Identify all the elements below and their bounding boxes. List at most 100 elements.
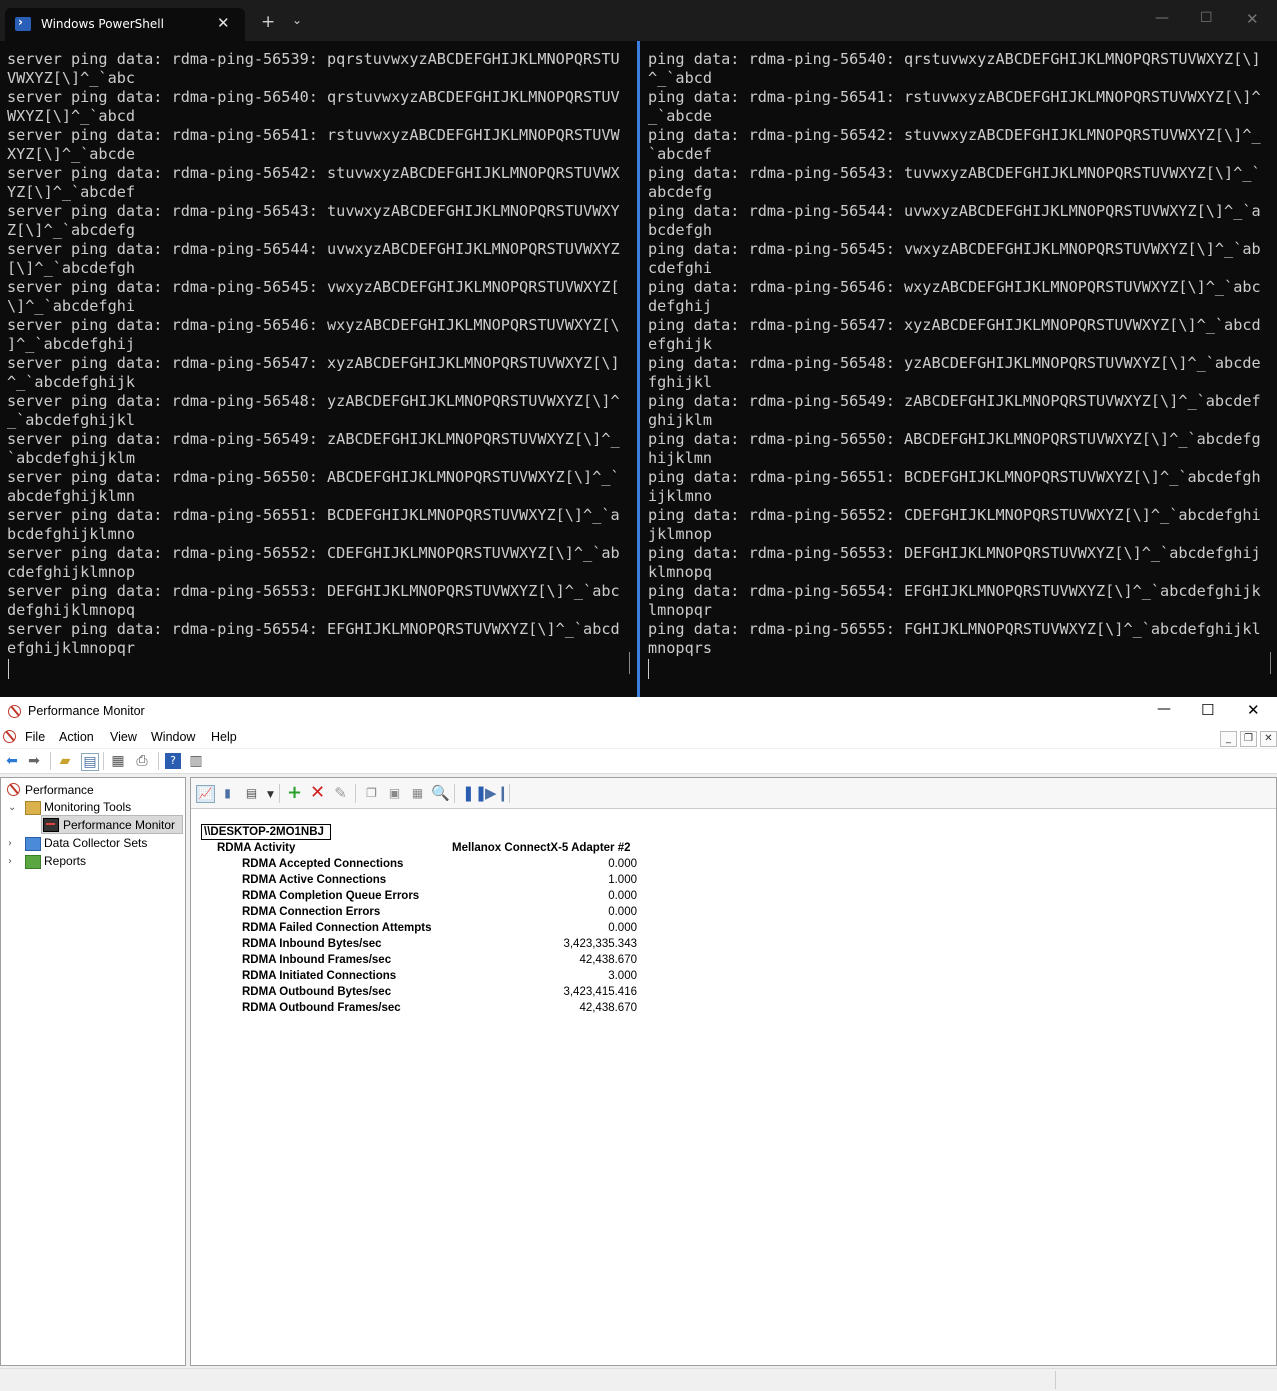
terminal-minimize-button[interactable]: — xyxy=(1155,10,1169,26)
new-tab-button[interactable]: + xyxy=(261,12,275,32)
machine-name: \\DESKTOP-2MO1NBJ xyxy=(201,824,331,840)
counter-row[interactable]: RDMA Inbound Bytes/sec 3,423,335.343 xyxy=(201,938,641,954)
menu-view[interactable]: View xyxy=(110,730,137,744)
perfmon-close-button[interactable]: ✕ xyxy=(1247,701,1260,719)
toolbar-separator xyxy=(454,784,455,803)
update-data-icon[interactable]: ▶❙ xyxy=(485,785,509,801)
mdi-close-button[interactable]: ✕ xyxy=(1260,731,1277,747)
counter-value: 42,438.670 xyxy=(579,954,637,966)
tree-item-monitoring-tools[interactable]: Monitoring Tools xyxy=(44,800,131,814)
window-title: Performance Monitor xyxy=(28,704,145,718)
counter-row[interactable]: RDMA Accepted Connections 0.000 xyxy=(201,858,641,874)
terminal-pane-right[interactable]: ping data: rdma-ping-56540: qrstuvwxyzAB… xyxy=(641,41,1277,697)
perfmon-app-icon xyxy=(8,705,21,718)
chevron-down-icon[interactable]: ▼ xyxy=(262,787,279,803)
tree-item-performance[interactable]: Performance xyxy=(25,783,94,797)
text-cursor-right xyxy=(648,659,649,679)
counter-value: 0.000 xyxy=(608,858,637,870)
counter-value: 42,438.670 xyxy=(579,1002,637,1014)
freeze-display-icon[interactable]: ❚❚ xyxy=(462,785,487,801)
toolbar-separator xyxy=(50,752,51,770)
counter-row[interactable]: RDMA Inbound Frames/sec 42,438.670 xyxy=(201,954,641,970)
forward-arrow-icon[interactable]: ➡ xyxy=(26,753,42,769)
tab-dropdown-icon[interactable]: ⌄ xyxy=(292,13,302,27)
counter-row[interactable]: RDMA Initiated Connections 3.000 xyxy=(201,970,641,986)
system-menu-icon[interactable] xyxy=(3,730,16,743)
counter-value: 0.000 xyxy=(608,922,637,934)
menu-action[interactable]: Action xyxy=(59,730,94,744)
add-counter-icon[interactable]: + xyxy=(286,784,303,802)
tree-item-reports[interactable]: Reports xyxy=(44,854,86,868)
main-toolbar: ⬅ ➡ ▰ ▤ ▦ ⎙ ? ▥ xyxy=(0,749,1277,774)
terminal-output-left: server ping data: rdma-ping-56539: pqrst… xyxy=(7,50,620,657)
report-panel: 📈 ▮ ▤ ▼ + ✕ ✎ ❐ ▣ ▦ 🔍 ❚❚ ▶❙ \\DESKTOP-2M… xyxy=(190,777,1277,1366)
performance-monitor-icon xyxy=(43,818,59,832)
mdi-minimize-button[interactable]: _ xyxy=(1220,731,1237,747)
highlight-icon[interactable]: ✎ xyxy=(332,785,349,801)
properties-icon[interactable]: ▦ xyxy=(409,785,426,801)
chevron-right-icon[interactable]: › xyxy=(8,838,12,849)
counter-name: RDMA Connection Errors xyxy=(242,906,381,918)
tab-windows-powershell[interactable]: › Windows PowerShell ✕ xyxy=(5,8,245,41)
change-graph-type-icon[interactable]: ▤ xyxy=(243,785,260,801)
counter-name: RDMA Accepted Connections xyxy=(242,858,404,870)
data-collector-sets-icon xyxy=(25,837,41,851)
toolbar-separator xyxy=(509,784,510,803)
terminal-close-button[interactable]: ✕ xyxy=(1246,10,1259,28)
menu-file[interactable]: File xyxy=(25,730,45,744)
text-cursor-left xyxy=(8,659,9,679)
toolbar-separator xyxy=(279,784,280,803)
perfmon-toolbar: 📈 ▮ ▤ ▼ + ✕ ✎ ❐ ▣ ▦ 🔍 ❚❚ ▶❙ xyxy=(191,778,1276,809)
counter-row[interactable]: RDMA Outbound Frames/sec 42,438.670 xyxy=(201,1002,641,1018)
print-icon[interactable]: ⎙ xyxy=(134,753,150,769)
paste-counter-list-icon[interactable]: ▣ xyxy=(386,785,403,801)
tree-item-performance-monitor[interactable]: Performance Monitor xyxy=(63,818,175,832)
terminal-pane-left[interactable]: server ping data: rdma-ping-56539: pqrst… xyxy=(0,41,637,697)
chevron-right-icon[interactable]: › xyxy=(8,856,12,867)
scrollbar-left[interactable] xyxy=(629,652,630,674)
console-icon[interactable]: ▥ xyxy=(188,753,204,769)
counter-row[interactable]: RDMA Outbound Bytes/sec 3,423,415.416 xyxy=(201,986,641,1002)
counter-object: RDMA Activity xyxy=(217,842,296,854)
powershell-icon: › xyxy=(15,15,31,31)
counter-name: RDMA Initiated Connections xyxy=(242,970,397,982)
counter-row[interactable]: RDMA Active Connections 1.000 xyxy=(201,874,641,890)
counter-row[interactable]: RDMA Connection Errors 0.000 xyxy=(201,906,641,922)
status-separator xyxy=(1055,1371,1056,1389)
back-arrow-icon[interactable]: ⬅ xyxy=(4,753,20,769)
mdi-restore-button[interactable]: ❐ xyxy=(1240,731,1257,747)
pane-divider[interactable] xyxy=(637,41,640,697)
view-histogram-icon[interactable]: ▮ xyxy=(219,785,236,801)
view-graph-icon[interactable]: 📈 xyxy=(196,785,215,803)
terminal-maximize-button[interactable]: ☐ xyxy=(1200,10,1213,26)
counter-name: RDMA Inbound Bytes/sec xyxy=(242,938,382,950)
scrollbar-right[interactable] xyxy=(1270,652,1271,674)
delete-counter-icon[interactable]: ✕ xyxy=(309,784,326,802)
help-icon[interactable]: ? xyxy=(165,753,181,769)
tab-close-icon[interactable]: ✕ xyxy=(217,14,230,32)
terminal-output-right: ping data: rdma-ping-56540: qrstuvwxyzAB… xyxy=(648,50,1261,657)
perfmon-maximize-button[interactable]: ☐ xyxy=(1201,701,1214,719)
copy-properties-icon[interactable]: ❐ xyxy=(363,785,380,801)
toolbar-separator xyxy=(355,784,356,803)
counter-instance: Mellanox ConnectX-5 Adapter #2 xyxy=(452,842,631,854)
export-list-icon[interactable]: ▦ xyxy=(110,753,126,769)
monitoring-tools-folder-icon xyxy=(25,801,41,815)
counter-row[interactable]: RDMA Failed Connection Attempts 0.000 xyxy=(201,922,641,938)
toolbar-separator xyxy=(158,752,159,770)
counter-name: RDMA Failed Connection Attempts xyxy=(242,922,432,934)
menu-help[interactable]: Help xyxy=(211,730,237,744)
menu-bar: File Action View Window Help _ ❐ ✕ xyxy=(0,726,1277,748)
chevron-down-icon[interactable]: ⌄ xyxy=(8,802,16,813)
zoom-icon[interactable]: 🔍 xyxy=(431,785,450,801)
status-bar xyxy=(0,1368,1277,1391)
show-hide-tree-icon[interactable]: ▤ xyxy=(81,753,99,771)
counter-name: RDMA Inbound Frames/sec xyxy=(242,954,392,966)
tree-item-data-collector-sets[interactable]: Data Collector Sets xyxy=(44,836,147,850)
toolbar-separator xyxy=(103,752,104,770)
perfmon-minimize-button[interactable]: — xyxy=(1157,701,1171,717)
terminal-window: › Windows PowerShell ✕ + ⌄ — ☐ ✕ server … xyxy=(0,0,1277,697)
menu-window[interactable]: Window xyxy=(151,730,195,744)
up-folder-icon[interactable]: ▰ xyxy=(57,753,73,769)
counter-row[interactable]: RDMA Completion Queue Errors 0.000 xyxy=(201,890,641,906)
